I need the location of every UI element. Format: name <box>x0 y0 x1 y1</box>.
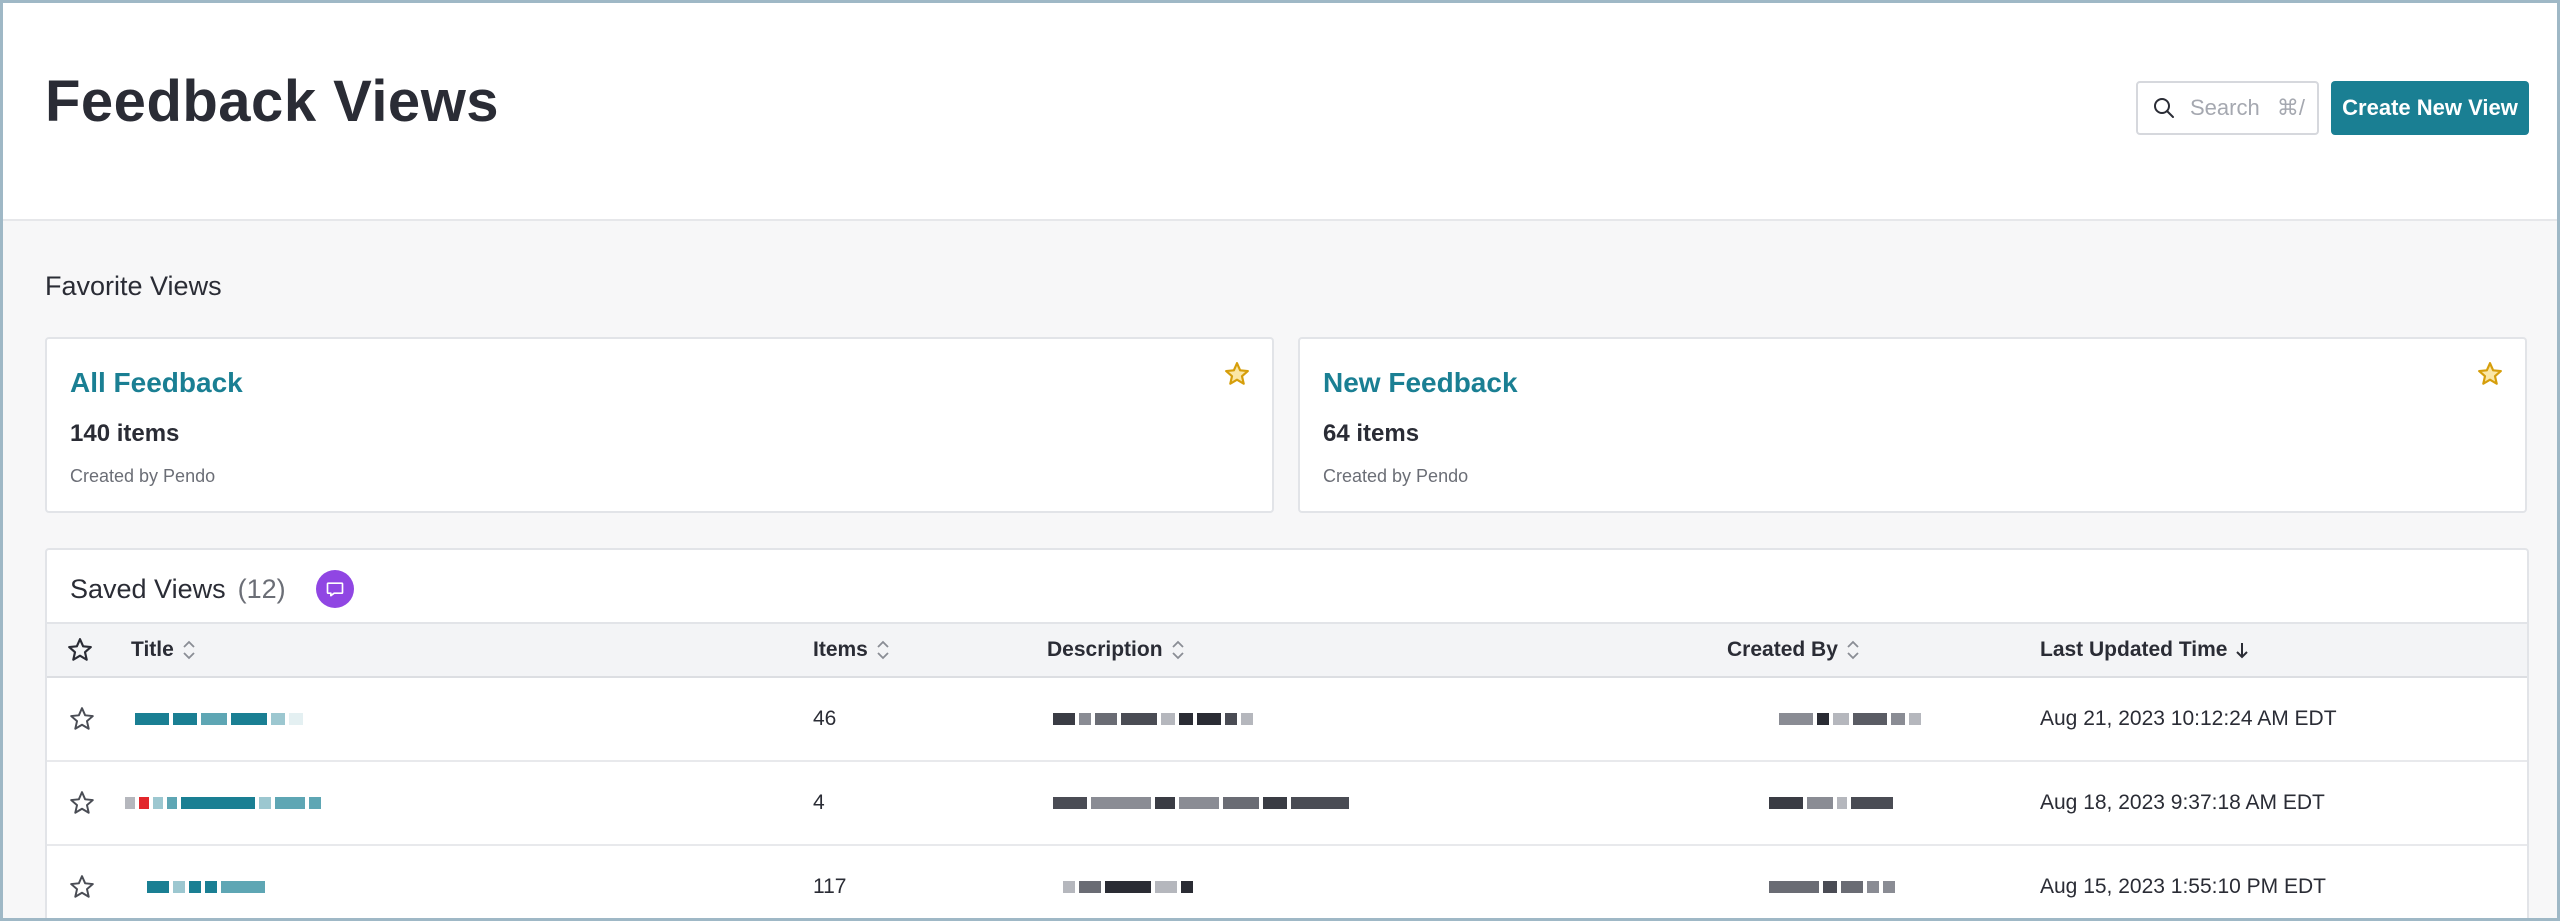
row-items: 4 <box>813 791 825 814</box>
row-last-updated: Aug 21, 2023 10:12:24 AM EDT <box>2040 707 2337 730</box>
favorite-card-created-by: Created by Pendo <box>1323 466 1469 486</box>
saved-views-panel: Saved Views (12) Title Items Description… <box>45 548 2529 921</box>
column-header-created-by[interactable]: Created By <box>1727 624 1860 676</box>
star-outline-icon <box>70 875 94 898</box>
favorite-card-count: 140 items <box>70 420 180 447</box>
search-icon <box>2154 98 2174 118</box>
saved-views-count: (12) <box>237 573 286 604</box>
row-items: 46 <box>813 707 837 730</box>
column-header-items[interactable]: Items <box>813 624 890 676</box>
column-header-label: Last Updated Time <box>2040 638 2228 661</box>
feedback-chat-button[interactable] <box>315 570 354 608</box>
favorite-card-count: 64 items <box>1323 420 1420 447</box>
saved-views-header: Saved Views (12) <box>70 570 354 608</box>
favorite-card-title[interactable]: All Feedback <box>70 367 243 399</box>
star-filled-icon[interactable] <box>1224 361 1250 387</box>
sort-icon <box>1171 640 1184 660</box>
table-row[interactable]: 117 Aug 15, 2023 1:55:10 PM EDT <box>47 846 2527 921</box>
favorite-card-all-feedback[interactable]: All Feedback 140 items Created by Pendo <box>45 337 1274 513</box>
table-header-row: Title Items Description Created By Last … <box>47 622 2527 678</box>
star-outline-icon <box>68 638 92 661</box>
chat-icon <box>326 582 343 597</box>
search-shortcut: ⌘/ <box>2276 95 2305 120</box>
column-header-label: Items <box>813 638 868 661</box>
column-header-label: Description <box>1047 638 1163 661</box>
sort-icon <box>183 640 195 660</box>
favorite-card-title[interactable]: New Feedback <box>1323 367 1518 399</box>
sort-icon <box>1847 640 1859 660</box>
row-description-redacted <box>1053 762 1349 844</box>
search-input[interactable]: Search ⌘/ <box>2136 81 2319 135</box>
page-title: Feedback Views <box>45 69 500 134</box>
table-row[interactable]: 4 Aug 18, 2023 9:37:18 AM EDT <box>47 762 2527 846</box>
star-filled-icon[interactable] <box>2477 361 2503 387</box>
row-star-button[interactable] <box>69 678 95 760</box>
create-new-view-button[interactable]: Create New View <box>2331 81 2529 135</box>
row-title-redacted[interactable] <box>125 762 321 844</box>
row-last-updated: Aug 18, 2023 9:37:18 AM EDT <box>2040 791 2325 814</box>
table-row[interactable]: 46 Aug 21, 2023 10:12:24 AM EDT <box>47 678 2527 762</box>
row-last-updated: Aug 15, 2023 1:55:10 PM EDT <box>2040 875 2327 898</box>
column-header-last-updated[interactable]: Last Updated Time <box>2040 624 2249 676</box>
row-created-by-redacted <box>1779 678 1921 760</box>
row-star-button[interactable] <box>69 846 95 921</box>
row-title-redacted[interactable] <box>135 678 303 760</box>
page-header: Feedback Views Search ⌘/ Create New View <box>0 0 2560 221</box>
row-items: 117 <box>813 875 847 898</box>
star-outline-icon <box>70 791 94 814</box>
column-header-label: Created By <box>1727 638 1838 661</box>
sort-icon <box>877 640 889 660</box>
row-created-by-redacted <box>1769 762 1893 844</box>
arrow-down-icon <box>2236 643 2249 659</box>
star-outline-icon <box>70 707 94 730</box>
column-header-label: Title <box>131 638 174 661</box>
row-title-redacted[interactable] <box>147 846 265 921</box>
column-header-title[interactable]: Title <box>131 624 196 676</box>
favorite-views-heading: Favorite Views <box>45 271 222 301</box>
favorite-card-created-by: Created by Pendo <box>70 466 216 486</box>
row-star-button[interactable] <box>69 762 95 844</box>
saved-views-title: Saved Views <box>70 573 226 604</box>
row-created-by-redacted <box>1769 846 1895 921</box>
search-placeholder: Search <box>2190 95 2260 120</box>
row-description-redacted <box>1053 678 1253 760</box>
star-column-header[interactable] <box>67 624 93 676</box>
row-description-redacted <box>1063 846 1193 921</box>
column-header-description[interactable]: Description <box>1047 624 1185 676</box>
favorite-card-new-feedback[interactable]: New Feedback 64 items Created by Pendo <box>1298 337 2527 513</box>
